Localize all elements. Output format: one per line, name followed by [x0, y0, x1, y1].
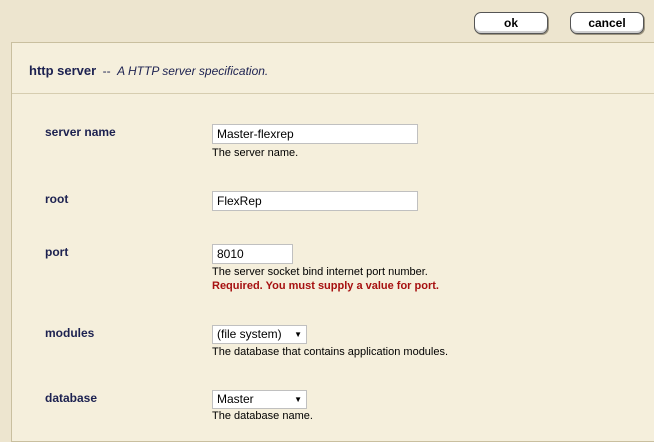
panel-description: A HTTP server specification. [117, 64, 269, 78]
server-name-help: The server name. [212, 147, 299, 159]
top-toolbar: ok cancel [0, 0, 654, 42]
port-error-message: Required. You must supply a value for po… [212, 280, 439, 292]
port-help: The server socket bind internet port num… [212, 266, 428, 278]
root-input[interactable]: FlexRep [212, 191, 418, 211]
chevron-down-icon: ▼ [294, 330, 302, 339]
modules-help: The database that contains application m… [212, 346, 449, 358]
database-select[interactable]: Master ▼ [212, 390, 307, 409]
server-name-input[interactable]: Master-flexrep [212, 124, 418, 144]
port-input[interactable]: 8010 [212, 244, 293, 264]
database-help: The database name. [212, 410, 313, 422]
title-separator: -- [102, 64, 111, 78]
cancel-button[interactable]: cancel [570, 12, 644, 34]
modules-select[interactable]: (file system) ▼ [212, 325, 307, 344]
ok-button[interactable]: ok [474, 12, 548, 34]
panel-header: http server -- A HTTP server specificati… [12, 43, 654, 94]
database-label: database [45, 391, 98, 405]
port-label: port [45, 245, 69, 259]
modules-selected-value: (file system) [217, 327, 282, 341]
panel-title: http server [29, 63, 97, 78]
chevron-down-icon: ▼ [294, 395, 302, 404]
root-label: root [45, 192, 69, 206]
database-selected-value: Master [217, 392, 254, 406]
server-name-label: server name [45, 125, 116, 139]
http-server-panel: http server -- A HTTP server specificati… [11, 42, 654, 442]
modules-label: modules [45, 326, 95, 340]
